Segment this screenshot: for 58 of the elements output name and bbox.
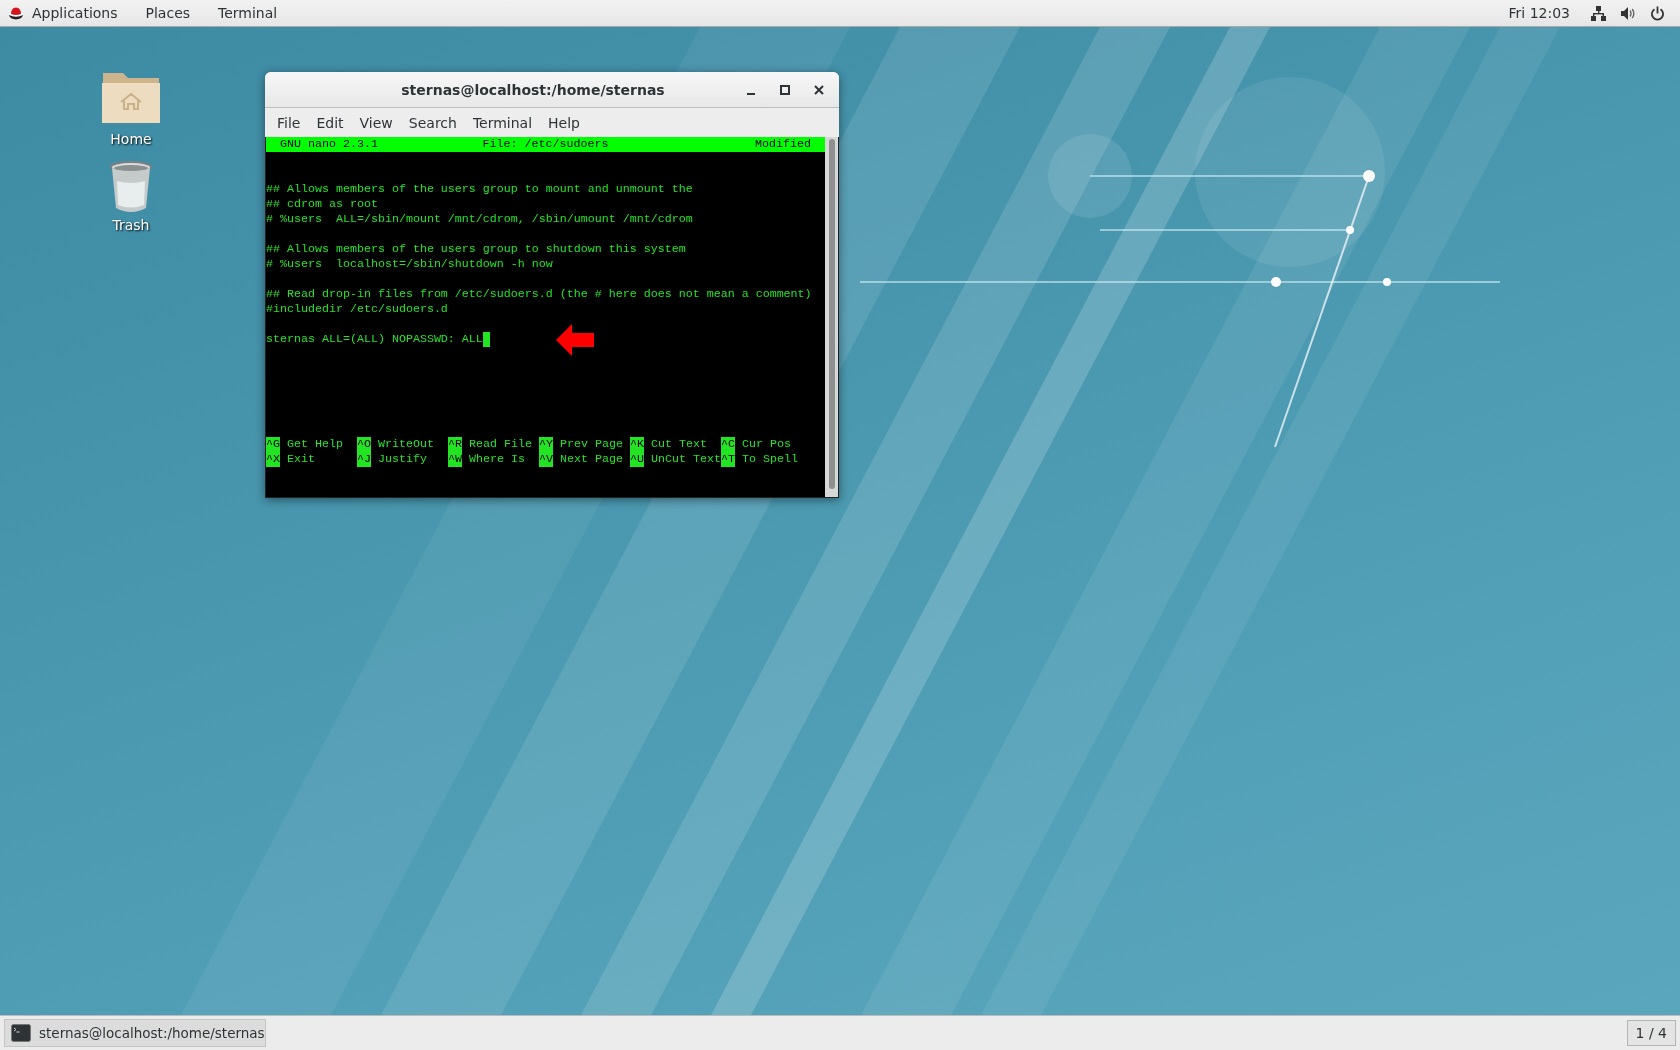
nano-version: GNU nano 2.3.1 — [280, 137, 379, 152]
shortcut-key: ^G — [266, 437, 280, 452]
power-icon[interactable] — [1650, 5, 1665, 21]
shortcut-label: WriteOut — [378, 437, 434, 452]
shortcut-label: Justify — [378, 452, 427, 467]
shortcut-label: Cur Pos — [742, 437, 791, 452]
shortcut-label: Prev Page — [560, 437, 623, 452]
shortcut-key: ^C — [721, 437, 735, 452]
shortcut-key: ^Y — [539, 437, 553, 452]
shortcut-label: UnCut Text — [651, 452, 721, 467]
file-line: sternas ALL=(ALL) NOPASSWD: ALL — [266, 332, 483, 346]
network-icon[interactable] — [1591, 5, 1606, 21]
file-line: # %users ALL=/sbin/mount /mnt/cdrom, /sbin/umount /mnt/cdrom — [266, 212, 693, 226]
shortcut-label: Next Page — [560, 452, 623, 467]
shortcut-label: Cut Text — [651, 437, 707, 452]
desktop-icon-label[interactable]: Trash — [112, 217, 150, 233]
shortcut-label: Get Help — [287, 437, 343, 452]
shortcut-key: ^O — [357, 437, 371, 452]
menu-item[interactable]: Search — [400, 114, 465, 131]
menu-item[interactable]: File — [269, 114, 309, 131]
file-line: ## Read drop-in files from /etc/sudoers.d (the # here does not mean a comment) — [266, 287, 812, 301]
file-line: ## Allows members of the users group to shutdown this system — [266, 242, 686, 256]
file-name: File: /etc/sudoers — [482, 137, 609, 152]
hat-icon[interactable] — [8, 5, 24, 21]
shortcut-key: ^W — [448, 452, 462, 467]
menu-item[interactable]: View — [351, 114, 401, 131]
file-line: ## cdrom as root — [266, 197, 378, 211]
shortcut-label: Exit — [287, 452, 315, 467]
workspace-switcher[interactable]: 1 / 4 — [1626, 1020, 1676, 1046]
shortcut-key: ^X — [266, 452, 280, 467]
shortcut-key: ^R — [448, 437, 462, 452]
arrow-icon — [556, 324, 594, 356]
clock[interactable]: Fri 12:03 — [1494, 5, 1584, 21]
trash-icon[interactable] — [109, 161, 153, 213]
desktop-icon-label[interactable]: Home — [110, 131, 152, 147]
taskbar-window-button[interactable]: sternas@localhost:/home/sternas — [4, 1019, 266, 1047]
modified-status: Modified — [755, 137, 811, 152]
menu-item[interactable]: Edit — [308, 114, 352, 131]
top-menu[interactable]: Places — [131, 5, 205, 21]
shortcut-label: Read File — [469, 437, 532, 452]
menu-item[interactable]: Help — [540, 114, 588, 131]
file-line: ## Allows members of the users group to mount and unmount the — [266, 182, 693, 196]
scrollbar[interactable] — [825, 137, 838, 497]
shortcut-label: To Spell — [742, 452, 798, 467]
shortcut-key: ^V — [539, 452, 553, 467]
top-menu[interactable]: Applications — [24, 5, 132, 21]
shortcut-key: ^K — [630, 437, 644, 452]
shortcut-key: ^T — [721, 452, 735, 467]
file-line: # %users localhost=/sbin/shutdown -h now — [266, 257, 553, 271]
file-line: #includedir /etc/sudoers.d — [266, 302, 448, 316]
shortcut-key: ^J — [357, 452, 371, 467]
shortcut-label: Where Is — [469, 452, 525, 467]
volume-icon[interactable] — [1620, 5, 1636, 21]
shortcut-key: ^U — [630, 452, 644, 467]
window-title: sternas@localhost:/home/sternas — [400, 81, 666, 98]
menu-item[interactable]: Terminal — [464, 114, 541, 131]
top-menu[interactable]: Terminal — [204, 5, 292, 21]
terminal-icon — [11, 1024, 31, 1042]
